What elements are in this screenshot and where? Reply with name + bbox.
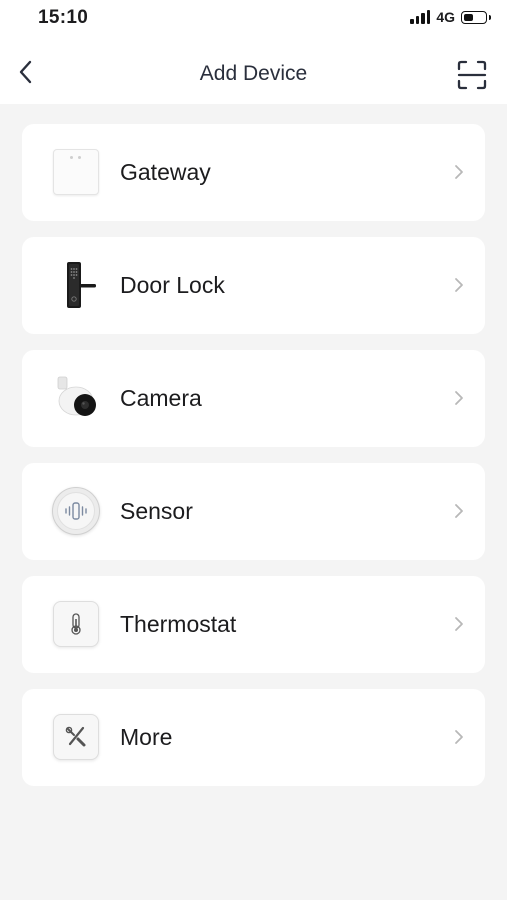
- device-item-sensor[interactable]: Sensor: [22, 463, 485, 560]
- chevron-right-icon: [455, 504, 463, 518]
- device-label: Gateway: [120, 159, 211, 185]
- chevron-right-icon: [455, 278, 463, 292]
- status-indicators: 4G: [410, 9, 491, 25]
- camera-icon: [52, 374, 100, 422]
- page-title: Add Device: [199, 62, 308, 85]
- chevron-right-icon: [455, 391, 463, 405]
- chevron-right-icon: [455, 730, 463, 744]
- device-label: Camera: [120, 385, 202, 411]
- device-label: More: [120, 724, 173, 750]
- device-label: Sensor: [120, 498, 193, 524]
- device-item-thermostat[interactable]: Thermostat: [22, 576, 485, 673]
- status-time: 15:10: [38, 7, 89, 28]
- gateway-icon: [52, 148, 100, 196]
- device-item-door-lock[interactable]: Door Lock: [22, 237, 485, 334]
- thermostat-icon: [52, 600, 100, 648]
- device-label: Thermostat: [120, 611, 237, 637]
- tools-icon: [52, 713, 100, 761]
- status-bar: 15:10 4G: [0, 0, 507, 40]
- nav-bar: Add Device: [0, 40, 507, 104]
- chevron-right-icon: [455, 617, 463, 631]
- device-list: Gateway Door Lock Camera Sensor Thermost…: [22, 124, 485, 802]
- chevron-right-icon: [455, 165, 463, 179]
- device-item-camera[interactable]: Camera: [22, 350, 485, 447]
- device-label: Door Lock: [120, 272, 225, 298]
- door-lock-icon: [52, 261, 100, 309]
- device-item-gateway[interactable]: Gateway: [22, 124, 485, 221]
- device-item-more[interactable]: More: [22, 689, 485, 786]
- scan-button[interactable]: [455, 58, 489, 92]
- battery-icon: [461, 10, 491, 24]
- signal-icon: [410, 10, 431, 24]
- scan-icon: [457, 60, 487, 90]
- battery-level: [464, 13, 473, 21]
- network-type: 4G: [436, 9, 455, 25]
- sensor-icon: [52, 487, 100, 535]
